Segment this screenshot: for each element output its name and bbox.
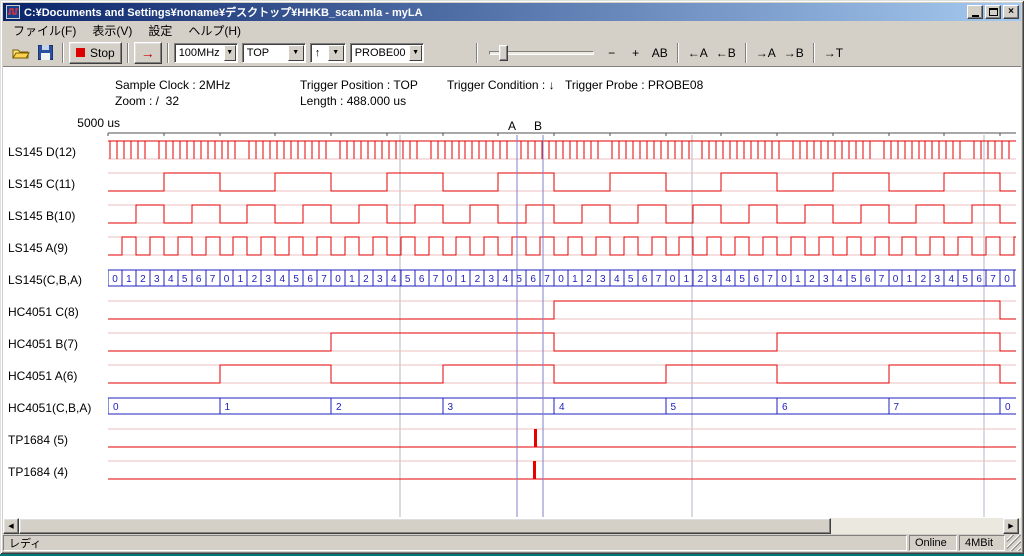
zoom-out-button[interactable]: −: [601, 42, 623, 64]
run-arrow-icon: →: [141, 45, 155, 61]
maximize-button[interactable]: [985, 5, 1001, 19]
zoom-in-button[interactable]: +: [625, 42, 647, 64]
goto-marker-b-button[interactable]: ←B: [713, 42, 739, 64]
scroll-right-button[interactable]: ▶: [1003, 518, 1019, 534]
status-memory: 4MBit: [959, 535, 1005, 551]
toolbar-separator: [813, 43, 815, 63]
scrollbar-thumb[interactable]: [19, 518, 831, 534]
trigger-condition-label: Trigger Condition : ↓: [447, 78, 555, 92]
menu-file[interactable]: ファイル(F): [5, 21, 84, 40]
resize-grip[interactable]: [1007, 535, 1021, 551]
ab-button[interactable]: AB: [649, 42, 671, 64]
scroll-left-button[interactable]: ◀: [3, 518, 19, 534]
probe-combo-arrow-icon[interactable]: ▼: [409, 45, 421, 61]
next-marker-a-button[interactable]: →A: [753, 42, 779, 64]
toolbar: Stop → 100MHz ▼ TOP ▼ ↑ ▼ PROBE00 ▼ − +: [3, 39, 1021, 66]
toolbar-separator: [476, 43, 478, 63]
probe-select-value: PROBE00: [351, 47, 410, 59]
statusbar: レディ Online 4MBit: [3, 535, 1021, 551]
status-online: Online: [909, 535, 957, 551]
stop-button-label: Stop: [90, 46, 115, 60]
minimize-icon: [972, 15, 979, 17]
minimize-button[interactable]: [967, 5, 983, 19]
clock-combo-arrow-icon[interactable]: ▼: [224, 45, 236, 61]
close-button[interactable]: ×: [1003, 5, 1019, 19]
menubar: ファイル(F) 表示(V) 設定 ヘルプ(H): [3, 21, 1021, 39]
stop-icon: [76, 48, 85, 57]
horizontal-scrollbar[interactable]: ◀ ▶: [3, 518, 1021, 534]
zoom-label: Zoom : / 32: [115, 94, 179, 108]
zoom-slider[interactable]: [489, 43, 594, 63]
sample-clock-label: Sample Clock : 2MHz: [115, 78, 230, 92]
next-marker-b-button[interactable]: →B: [781, 42, 807, 64]
clock-select-value: 100MHz: [175, 47, 224, 59]
toolbar-separator: [745, 43, 747, 63]
titlebar[interactable]: C:¥Documents and Settings¥noname¥デスクトップ¥…: [3, 3, 1021, 21]
menu-settings[interactable]: 設定: [140, 21, 180, 40]
stop-button[interactable]: Stop: [69, 42, 122, 64]
save-file-button[interactable]: [33, 42, 57, 64]
probe-select[interactable]: PROBE00 ▼: [350, 43, 424, 63]
goto-marker-a-button[interactable]: ←A: [685, 42, 711, 64]
clock-select[interactable]: 100MHz ▼: [174, 43, 238, 63]
toolbar-separator: [167, 43, 169, 63]
run-button[interactable]: →: [134, 42, 162, 64]
open-folder-icon: [12, 46, 30, 60]
trigger-edge-value: ↑: [311, 47, 325, 59]
open-file-button[interactable]: [9, 42, 33, 64]
goto-trigger-button[interactable]: →T: [821, 42, 846, 64]
toolbar-separator: [677, 43, 679, 63]
save-floppy-icon: [38, 45, 53, 60]
app-window: C:¥Documents and Settings¥noname¥デスクトップ¥…: [0, 0, 1024, 554]
toolbar-separator: [127, 43, 129, 63]
scroll-left-icon: ◀: [8, 522, 13, 530]
close-icon: ×: [1008, 7, 1014, 17]
window-title: C:¥Documents and Settings¥noname¥デスクトップ¥…: [24, 4, 965, 20]
trigger-probe-label: Trigger Probe : PROBE08: [565, 78, 703, 92]
trigger-combo-arrow-icon[interactable]: ▼: [288, 45, 304, 61]
trigger-edge-select[interactable]: ↑ ▼: [310, 43, 346, 63]
menu-help[interactable]: ヘルプ(H): [180, 21, 249, 40]
length-label: Length : 488.000 us: [300, 94, 406, 108]
menu-view[interactable]: 表示(V): [84, 21, 140, 40]
maximize-icon: [989, 8, 998, 16]
trigger-position-select[interactable]: TOP ▼: [242, 43, 306, 63]
status-ready: レディ: [3, 535, 907, 551]
edge-combo-arrow-icon[interactable]: ▼: [328, 45, 344, 61]
waveform-client-area[interactable]: [3, 66, 1021, 518]
app-icon: [6, 5, 20, 19]
zoom-slider-thumb[interactable]: [499, 45, 508, 61]
trigger-position-label: Trigger Position : TOP: [300, 78, 418, 92]
toolbar-separator: [62, 43, 64, 63]
trigger-position-value: TOP: [243, 47, 273, 59]
scroll-right-icon: ▶: [1008, 522, 1013, 530]
